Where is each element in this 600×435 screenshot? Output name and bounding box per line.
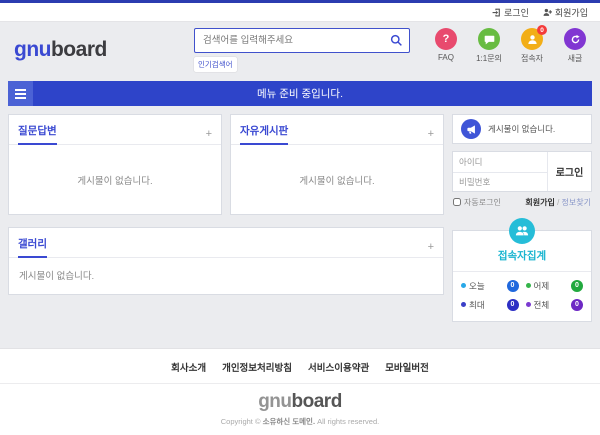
visitor-stats-widget: 접속자집계 오늘 0 어제 0 최대 0 전체 0 bbox=[452, 230, 592, 322]
logo-board: board bbox=[51, 38, 107, 61]
site-header: gnuboard 인기검색어 ? FAQ 1:1문의 0 접속자 bbox=[0, 22, 600, 78]
login-password-input[interactable] bbox=[453, 172, 547, 191]
signup-text-link[interactable]: 회원가입 bbox=[525, 198, 554, 207]
footer-logo-gnu: gnu bbox=[258, 391, 291, 412]
board-qna-more-button[interactable]: + bbox=[206, 129, 212, 144]
sidebar: 게시물이 없습니다. 로그인 자동로그인 회원가입 / 정보찾기 bbox=[452, 114, 592, 322]
board-free-more-button[interactable]: + bbox=[428, 129, 434, 144]
login-button[interactable]: 로그인 bbox=[547, 152, 591, 191]
main-content: 질문답변 + 게시물이 없습니다. 자유게시판 + 게시물이 없습니다. 갤러리… bbox=[0, 106, 600, 348]
board-qna-empty-text: 게시물이 없습니다. bbox=[9, 145, 221, 214]
logo-gnu: gnu bbox=[14, 38, 51, 61]
stat-today: 오늘 0 bbox=[461, 280, 519, 292]
search-input[interactable] bbox=[194, 28, 410, 53]
board-gallery-empty-text: 게시물이 없습니다. bbox=[9, 258, 443, 294]
footer-link-mobile[interactable]: 모바일버전 bbox=[385, 360, 429, 374]
auto-login-checkbox[interactable]: 자동로그인 bbox=[453, 197, 501, 208]
signup-link-label: 회원가입 bbox=[555, 6, 588, 19]
footer-logo: gnuboard bbox=[0, 391, 600, 413]
menu-notice-text: 메뉴 준비 중입니다. bbox=[8, 86, 592, 101]
new-posts-button[interactable]: 새글 bbox=[558, 28, 592, 64]
footer-link-privacy[interactable]: 개인정보처리방침 bbox=[222, 360, 292, 374]
stat-max: 최대 0 bbox=[461, 299, 519, 311]
footer-logo-board: board bbox=[292, 391, 342, 412]
stat-yesterday-value: 0 bbox=[571, 280, 583, 292]
footer-link-terms[interactable]: 서비스이용약관 bbox=[308, 360, 369, 374]
board-qna: 질문답변 + 게시물이 없습니다. bbox=[8, 114, 222, 215]
stat-total-label: 전체 bbox=[534, 299, 550, 311]
faq-button[interactable]: ? FAQ bbox=[429, 28, 463, 64]
comment-icon bbox=[484, 34, 495, 45]
stat-today-value: 0 bbox=[507, 280, 519, 292]
login-link-label: 로그인 bbox=[504, 6, 529, 19]
notice-widget: 게시물이 없습니다. bbox=[452, 114, 592, 144]
link-separator: / bbox=[557, 198, 559, 207]
signup-link[interactable]: 회원가입 bbox=[543, 6, 588, 19]
stat-total: 전체 0 bbox=[526, 299, 584, 311]
stat-max-label: 최대 bbox=[469, 299, 485, 311]
connected-users-label: 접속자 bbox=[515, 53, 549, 64]
inquiry-label: 1:1문의 bbox=[472, 53, 506, 64]
notice-empty-text: 게시물이 없습니다. bbox=[488, 123, 555, 135]
stat-max-value: 0 bbox=[507, 299, 519, 311]
user-icon bbox=[527, 34, 538, 45]
copyright-domain: 소유하신 도메인. bbox=[263, 417, 315, 426]
stat-today-label: 오늘 bbox=[469, 280, 485, 292]
site-logo[interactable]: gnuboard bbox=[14, 38, 107, 62]
board-free: 자유게시판 + 게시물이 없습니다. bbox=[230, 114, 444, 215]
board-gallery-more-button[interactable]: + bbox=[428, 242, 434, 257]
today-dot bbox=[461, 283, 466, 288]
search-icon[interactable] bbox=[390, 34, 403, 52]
total-dot bbox=[526, 302, 531, 307]
visitor-stats-title: 접속자집계 bbox=[453, 248, 591, 272]
login-id-input[interactable] bbox=[453, 153, 547, 172]
sign-in-icon bbox=[492, 8, 501, 17]
find-info-link[interactable]: 정보찾기 bbox=[562, 198, 591, 207]
board-gallery-title[interactable]: 갤러리 bbox=[18, 236, 47, 258]
refresh-icon bbox=[570, 34, 581, 45]
faq-label: FAQ bbox=[429, 53, 463, 62]
board-free-empty-text: 게시물이 없습니다. bbox=[231, 145, 443, 214]
site-footer: 회사소개 개인정보처리방침 서비스이용약관 모바일버전 gnuboard Cop… bbox=[0, 348, 600, 435]
login-link[interactable]: 로그인 bbox=[492, 6, 529, 19]
board-qna-title[interactable]: 질문답변 bbox=[18, 123, 57, 145]
auto-login-label: 자동로그인 bbox=[464, 197, 501, 208]
yesterday-dot bbox=[526, 283, 531, 288]
auto-login-input[interactable] bbox=[453, 198, 461, 206]
connected-users-button[interactable]: 0 접속자 bbox=[515, 28, 549, 64]
stat-yesterday: 어제 0 bbox=[526, 280, 584, 292]
popular-search-tag[interactable]: 인기검색어 bbox=[194, 57, 237, 72]
quick-icons: ? FAQ 1:1문의 0 접속자 새글 bbox=[429, 28, 592, 64]
footer-links: 회사소개 개인정보처리방침 서비스이용약관 모바일버전 bbox=[0, 360, 600, 384]
footer-link-company[interactable]: 회사소개 bbox=[171, 360, 206, 374]
inquiry-button[interactable]: 1:1문의 bbox=[472, 28, 506, 64]
login-options-row: 자동로그인 회원가입 / 정보찾기 bbox=[452, 197, 592, 208]
login-form: 로그인 bbox=[452, 151, 592, 192]
main-menu-bar: 메뉴 준비 중입니다. bbox=[8, 81, 592, 106]
user-plus-icon bbox=[543, 8, 552, 17]
stat-yesterday-label: 어제 bbox=[534, 280, 550, 292]
copyright-text: Copyright © 소유하신 도메인. All rights reserve… bbox=[0, 416, 600, 435]
search-area: 인기검색어 bbox=[194, 28, 410, 72]
stat-total-value: 0 bbox=[571, 299, 583, 311]
connected-count-badge: 0 bbox=[537, 25, 547, 35]
visitors-group-icon bbox=[509, 218, 535, 244]
top-bar: 로그인 회원가입 bbox=[0, 3, 600, 22]
question-mark-icon: ? bbox=[443, 33, 450, 45]
megaphone-icon bbox=[461, 119, 481, 139]
board-gallery: 갤러리 + 게시물이 없습니다. bbox=[8, 227, 444, 295]
board-free-title[interactable]: 자유게시판 bbox=[240, 123, 288, 145]
boards-column: 질문답변 + 게시물이 없습니다. 자유게시판 + 게시물이 없습니다. 갤러리… bbox=[8, 114, 444, 295]
new-posts-label: 새글 bbox=[558, 53, 592, 64]
max-dot bbox=[461, 302, 466, 307]
